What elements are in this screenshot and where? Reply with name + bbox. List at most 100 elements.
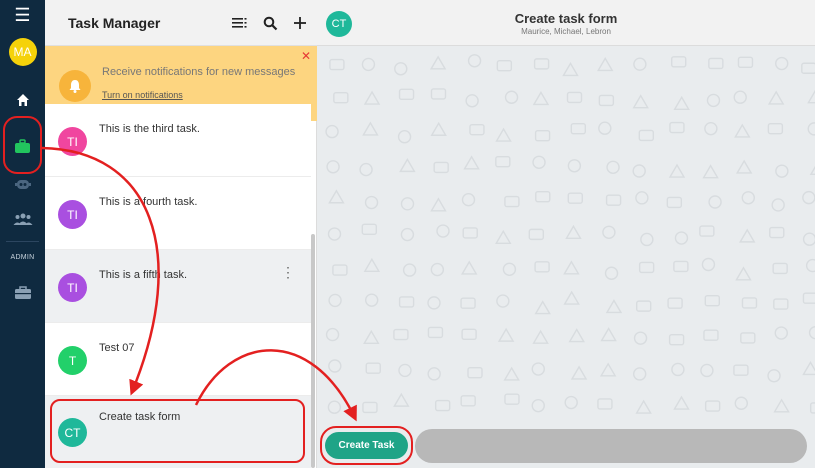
team-icon[interactable]	[0, 207, 45, 231]
task-avatar: TI	[58, 273, 87, 302]
annotation-highlight-task-item	[50, 399, 305, 463]
doodle-shape	[325, 327, 340, 342]
doodle-shape	[332, 264, 348, 276]
more-options-icon[interactable]: ⋮	[281, 264, 295, 281]
doodle-shape	[600, 327, 617, 342]
doodle-shape	[565, 224, 582, 240]
robot-icon[interactable]	[0, 172, 45, 196]
home-icon[interactable]	[0, 88, 45, 112]
close-notification-icon[interactable]: ✕	[301, 49, 311, 63]
doodle-shape	[708, 195, 722, 209]
doodle-shape	[640, 232, 654, 247]
doodle-shape	[504, 195, 520, 208]
doodle-shape	[327, 227, 342, 241]
admin-toolbox-icon[interactable]	[0, 281, 45, 305]
task-list-item[interactable]: TI This is the third task.	[45, 104, 311, 177]
doodle-shape	[427, 326, 444, 339]
doodle-shape	[496, 60, 513, 72]
doodle-shape	[772, 262, 788, 275]
doodle-shape	[771, 198, 785, 212]
doodle-shape	[599, 362, 617, 377]
doodle-shape	[733, 364, 749, 376]
doodle-shape	[741, 297, 758, 309]
doodle-shape	[430, 262, 445, 277]
doodle-shape	[774, 326, 788, 340]
admin-section-label: ADMIN	[10, 254, 35, 261]
doodle-shape	[463, 155, 480, 170]
doodle-shape	[504, 90, 519, 104]
doodle-shape	[775, 56, 789, 71]
doodle-shape	[461, 328, 477, 340]
doodle-shape	[460, 297, 476, 309]
doodle-shape	[364, 293, 379, 307]
doodle-shape	[400, 227, 415, 242]
user-avatar-initials: MA	[8, 38, 37, 66]
doodle-shape	[327, 400, 342, 414]
doodle-shape	[635, 191, 649, 205]
doodle-shape	[767, 122, 784, 135]
doodle-shape	[809, 402, 815, 414]
doodle-shape	[402, 263, 417, 277]
doodle-shape	[667, 297, 683, 309]
doodle-shape	[562, 62, 579, 77]
doodle-shape	[563, 260, 580, 275]
doodle-shape	[570, 122, 587, 135]
doodle-shape	[733, 90, 747, 104]
search-icon[interactable]	[260, 13, 280, 33]
doodle-shape	[704, 295, 721, 307]
doodle-shape	[567, 159, 582, 173]
conversation-panel: CT Create task form Maurice, Michael, Le…	[317, 0, 815, 468]
doodle-shape	[535, 190, 551, 203]
doodle-shape	[532, 155, 546, 169]
user-avatar[interactable]: MA	[0, 38, 45, 66]
list-header: Task Manager	[45, 0, 317, 46]
notification-message: Receive notifications for new messages	[102, 66, 296, 78]
doodle-shape	[328, 293, 342, 308]
sort-list-icon[interactable]	[230, 13, 250, 33]
doodle-shape	[361, 57, 376, 72]
add-icon[interactable]	[290, 13, 310, 33]
doodle-shape	[361, 223, 378, 235]
task-list-item[interactable]: T Test 07	[45, 323, 311, 396]
doodle-shape	[398, 363, 412, 378]
enable-notifications-link[interactable]: Turn on notifications	[102, 90, 183, 100]
doodle-shape	[769, 226, 785, 239]
doodle-shape	[495, 155, 511, 168]
task-list-item[interactable]: TI This is a fifth task. ⋮	[45, 250, 311, 323]
doodle-shape	[735, 266, 752, 281]
task-avatar: T	[58, 346, 87, 375]
doodle-shape	[570, 365, 588, 380]
doodle-shape	[532, 90, 550, 106]
task-title: This is the third task.	[99, 123, 200, 135]
doodle-shape	[328, 359, 342, 373]
menu-icon[interactable]: ☰	[0, 4, 45, 26]
doodle-shape	[668, 333, 685, 346]
task-title: This is a fourth task.	[99, 196, 198, 208]
message-input[interactable]	[415, 429, 807, 463]
doodle-shape	[669, 121, 685, 134]
doodle-shape	[364, 195, 379, 210]
doodle-shape	[604, 266, 619, 280]
doodle-shape	[430, 197, 447, 212]
conversation-title: Create task form	[514, 11, 618, 26]
doodle-shape	[767, 369, 781, 383]
doodle-shape	[596, 57, 614, 72]
task-list-item[interactable]: TI This is a fourth task.	[45, 177, 311, 250]
task-title: This is a fifth task.	[99, 269, 188, 281]
doodle-shape	[701, 257, 716, 272]
task-avatar: TI	[58, 127, 87, 156]
doodle-shape	[399, 157, 416, 173]
doodle-shape	[633, 331, 648, 345]
doodle-shape	[808, 325, 815, 340]
doodle-shape	[398, 88, 415, 101]
doodle-shape	[534, 129, 551, 142]
doodle-shape	[359, 162, 373, 177]
list-scrollbar[interactable]	[311, 234, 315, 468]
doodle-shape	[427, 367, 441, 381]
task-title: Test 07	[99, 342, 135, 354]
doodle-shape	[605, 194, 622, 206]
doodle-shape	[674, 231, 689, 245]
doodle-shape	[469, 123, 485, 136]
doodle-shape	[568, 328, 585, 343]
doodle-shape	[465, 94, 479, 108]
